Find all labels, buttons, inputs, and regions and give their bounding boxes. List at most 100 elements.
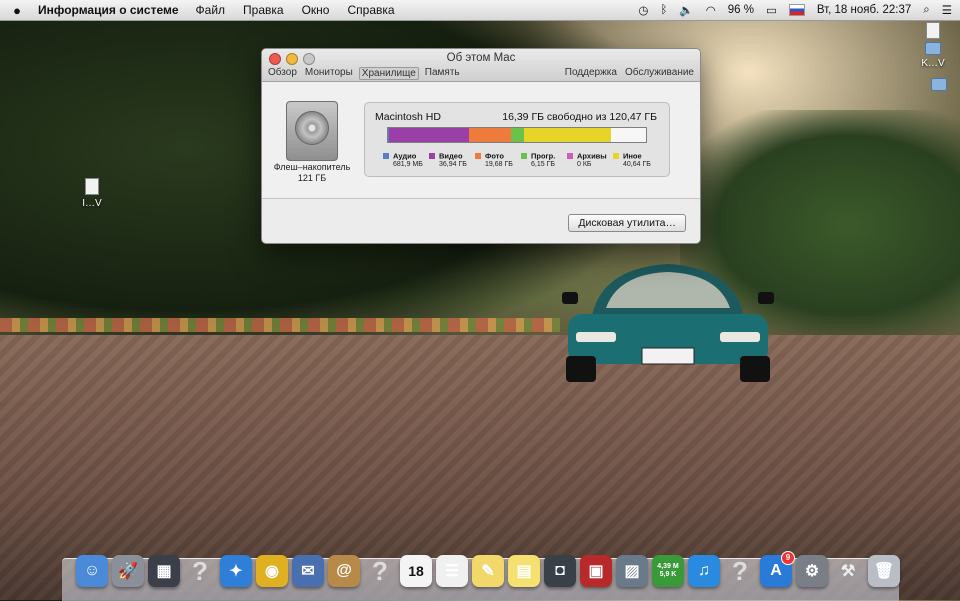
itunes-icon[interactable]: ♫ bbox=[688, 555, 720, 587]
storage-segment-3 bbox=[510, 128, 524, 142]
desktop-document-left[interactable]: I…V bbox=[80, 178, 104, 209]
document-icon bbox=[926, 22, 940, 39]
desktop-icon-label: I…V bbox=[82, 198, 102, 209]
window-titlebar[interactable]: Об этом Mac Обзор Мониторы Хранилище Пам… bbox=[262, 49, 700, 82]
legend-name: Видео bbox=[439, 151, 463, 161]
legend-name: Иное bbox=[623, 151, 642, 161]
menu-bar: ● Информация о системе Файл Правка Окно … bbox=[0, 0, 960, 21]
calendar-icon[interactable]: 18 bbox=[400, 555, 432, 587]
legend-name: Аудио bbox=[393, 151, 417, 161]
tab-service[interactable]: Обслуживание bbox=[625, 67, 694, 78]
hard-drive-icon bbox=[286, 101, 338, 161]
desktop-folder[interactable] bbox=[931, 78, 947, 94]
network-rate: 5,9 K bbox=[659, 571, 677, 578]
utilities-icon[interactable]: ⚒ bbox=[832, 555, 864, 587]
volume-name: Macintosh HD bbox=[375, 111, 441, 123]
menu-edit[interactable]: Правка bbox=[234, 3, 293, 17]
mission-control-icon[interactable]: ▦ bbox=[148, 555, 180, 587]
facetime-icon[interactable]: ◘ bbox=[544, 555, 576, 587]
tab-displays[interactable]: Мониторы bbox=[303, 67, 355, 80]
status-area: ◷ ᛒ 🔈 ◠ 96 % ▭ Вт, 18 нояб. 22:37 ⌕ ☰ bbox=[638, 3, 960, 18]
storage-content: Флеш–накопитель 121 ГБ Macintosh HD 16,3… bbox=[262, 82, 700, 198]
chrome-icon[interactable]: ◉ bbox=[256, 555, 288, 587]
contacts-icon[interactable]: @ bbox=[328, 555, 360, 587]
unknown-app-icon[interactable]: ? bbox=[184, 555, 216, 587]
network-monitor-icon[interactable]: 4,39 M 5,9 K bbox=[652, 555, 684, 587]
disk-utility-button[interactable]: Дисковая утилита… bbox=[568, 214, 686, 232]
storage-segment-5 bbox=[523, 128, 611, 142]
tab-support[interactable]: Поддержка bbox=[565, 67, 617, 78]
menu-app-name[interactable]: Информация о системе bbox=[34, 3, 187, 17]
legend-name: Фото bbox=[485, 151, 504, 161]
window-tabs: Обзор Мониторы Хранилище Память bbox=[266, 67, 466, 80]
stickies-icon[interactable]: ▤ bbox=[508, 555, 540, 587]
about-this-mac-window: Об этом Mac Обзор Мониторы Хранилище Пам… bbox=[261, 48, 701, 244]
disk-size-label: 121 ГБ bbox=[297, 173, 327, 183]
storage-segment-1 bbox=[389, 128, 469, 142]
battery-icon[interactable]: ▭ bbox=[766, 3, 777, 17]
unknown-app-icon[interactable]: ? bbox=[364, 555, 396, 587]
legend-item: Прогр. 6,15 ГБ bbox=[521, 151, 565, 168]
app-store-icon[interactable]: A9 bbox=[760, 551, 795, 587]
legend-item: Аудио 681,9 МБ bbox=[383, 151, 427, 168]
input-source-flag-icon[interactable] bbox=[788, 4, 805, 16]
iphoto-icon[interactable]: ▨ bbox=[616, 555, 648, 587]
system-preferences-icon[interactable]: ⚙ bbox=[796, 555, 828, 587]
legend-name: Прогр. bbox=[531, 151, 556, 161]
legend-item: Иное 40,64 ГБ bbox=[613, 151, 657, 168]
legend-value: 19,68 ГБ bbox=[485, 160, 513, 168]
photo-booth-icon[interactable]: ▣ bbox=[580, 555, 612, 587]
legend-value: 40,64 ГБ bbox=[623, 160, 651, 168]
legend-item: Фото 19,68 ГБ bbox=[475, 151, 519, 168]
legend-swatch bbox=[613, 153, 619, 160]
legend-name: Архивы bbox=[577, 151, 607, 161]
legend-value: 681,9 МБ bbox=[393, 160, 423, 168]
volume-icon[interactable]: 🔈 bbox=[679, 3, 693, 17]
trash-icon[interactable]: 🗑 bbox=[868, 555, 900, 587]
folder-icon bbox=[925, 42, 941, 55]
menu-help[interactable]: Справка bbox=[338, 3, 403, 17]
legend-swatch bbox=[383, 153, 389, 160]
battery-percent[interactable]: 96 % bbox=[728, 4, 754, 16]
notes-icon[interactable]: ✎ bbox=[472, 555, 504, 587]
tab-memory[interactable]: Память bbox=[423, 67, 462, 80]
legend-value: 6,15 ГБ bbox=[531, 160, 555, 168]
bluetooth-icon[interactable]: ᛒ bbox=[660, 4, 667, 16]
legend-value: 0 КБ bbox=[577, 160, 592, 168]
mail-icon[interactable]: ✉ bbox=[292, 555, 324, 587]
window-right-links: Поддержка Обслуживание bbox=[565, 67, 694, 78]
storage-segment-2 bbox=[468, 128, 511, 142]
desktop-icon-label: K…V bbox=[921, 58, 945, 69]
time-machine-icon[interactable]: ◷ bbox=[638, 3, 648, 17]
legend-value: 36,94 ГБ bbox=[439, 160, 467, 168]
folder-icon bbox=[931, 78, 947, 91]
tab-overview[interactable]: Обзор bbox=[266, 67, 299, 80]
dock-icons: ☺ 🚀 ▦? ✦ ◉ ✉ @? 18 ☰ ✎ ▤ ◘ ▣ ▨ 4,39 M 5,9 K ♫? A 9 ⚙ ⚒ 🗑 bbox=[76, 551, 900, 587]
tab-storage[interactable]: Хранилище bbox=[358, 67, 419, 80]
wifi-icon[interactable]: ◠ bbox=[706, 3, 716, 17]
spotlight-search-icon[interactable]: ⌕ bbox=[923, 4, 929, 17]
app-badge: 9 bbox=[781, 551, 795, 565]
legend-swatch bbox=[475, 153, 481, 160]
safari-icon[interactable]: ✦ bbox=[220, 555, 252, 587]
window-title: Об этом Mac bbox=[446, 52, 516, 64]
menu-window[interactable]: Окно bbox=[293, 3, 339, 17]
menu-clock[interactable]: Вт, 18 нояб. 22:37 bbox=[817, 4, 911, 16]
storage-legend: Аудио 681,9 МБ Видео 36,94 ГБ Фото 19,68 ГБ Пр… bbox=[383, 151, 659, 168]
legend-item: Видео 36,94 ГБ bbox=[429, 151, 473, 168]
legend-swatch bbox=[429, 153, 435, 160]
legend-swatch bbox=[567, 153, 573, 160]
apple-menu-icon[interactable]: ● bbox=[0, 3, 34, 18]
wallpaper-car bbox=[562, 264, 774, 382]
launchpad-icon[interactable]: 🚀 bbox=[112, 555, 144, 587]
notification-center-icon[interactable]: ☰ bbox=[942, 3, 952, 17]
volume-free-space: 16,39 ГБ свободно из 120,47 ГБ bbox=[502, 111, 657, 123]
wallpaper-flowerbed bbox=[0, 318, 560, 332]
window-divider bbox=[262, 198, 700, 199]
finder-icon[interactable]: ☺ bbox=[76, 555, 108, 587]
disk-type-label: Флеш–накопитель bbox=[273, 162, 351, 172]
desktop-document-right[interactable]: K…V bbox=[918, 22, 948, 69]
menu-file[interactable]: Файл bbox=[187, 3, 235, 17]
unknown-app-icon[interactable]: ? bbox=[724, 555, 756, 587]
reminders-icon[interactable]: ☰ bbox=[436, 555, 468, 587]
